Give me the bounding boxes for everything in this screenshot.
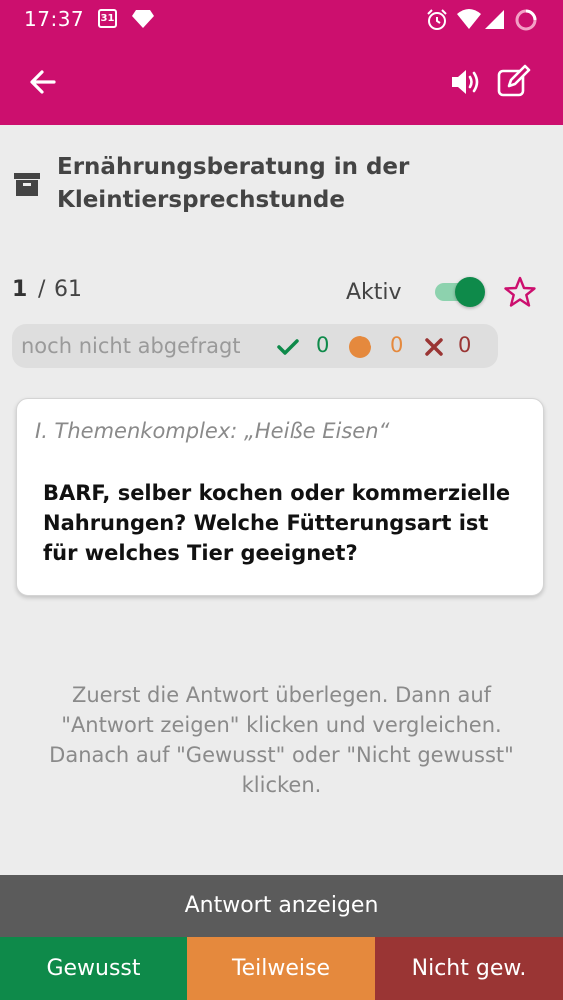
signal-icon bbox=[483, 8, 505, 36]
status-bar: 17:37 31 bbox=[0, 0, 563, 40]
stats-status-label: noch nicht abgefragt bbox=[21, 334, 241, 358]
card-counter-current: 1 bbox=[12, 277, 28, 302]
status-time: 17:37 bbox=[24, 7, 85, 31]
active-label: Aktiv bbox=[346, 280, 402, 305]
archive-icon bbox=[13, 170, 41, 198]
calendar-icon: 31 bbox=[98, 9, 117, 28]
deck-title: Ernährungsberatung in der Kleintiersprec… bbox=[57, 154, 410, 213]
wifi-icon bbox=[456, 8, 482, 36]
known-count: 0 bbox=[316, 333, 330, 357]
show-answer-button[interactable]: Antwort anzeigen bbox=[0, 875, 563, 937]
card-question: BARF, selber kochen oder kommerzielle Na… bbox=[43, 481, 511, 565]
app-bar bbox=[0, 40, 563, 125]
cross-icon bbox=[422, 335, 446, 359]
star-outline-icon[interactable] bbox=[503, 275, 537, 309]
alarm-icon bbox=[425, 8, 449, 36]
pie-chart-icon bbox=[348, 334, 373, 359]
back-arrow-icon[interactable] bbox=[24, 62, 64, 102]
toggle-thumb bbox=[455, 277, 485, 307]
diamond-icon bbox=[131, 8, 155, 34]
speaker-icon[interactable] bbox=[447, 62, 487, 102]
battery-icon bbox=[514, 8, 538, 36]
not-known-button[interactable]: Nicht gew. bbox=[375, 937, 563, 1000]
question-card: I. Themenkomplex: „Heiße Eisen“ BARF, se… bbox=[16, 398, 544, 596]
edit-icon[interactable] bbox=[494, 62, 534, 102]
partial-button[interactable]: Teilweise bbox=[187, 937, 375, 1000]
partial-count: 0 bbox=[390, 333, 404, 357]
check-icon bbox=[276, 335, 300, 359]
card-counter-separator: / bbox=[38, 277, 46, 302]
instruction-hint: Zuerst die Antwort überlegen. Dann auf "… bbox=[49, 683, 514, 797]
stats-bar: noch nicht abgefragt 0 0 0 bbox=[12, 324, 498, 368]
unknown-count: 0 bbox=[458, 333, 472, 357]
card-topic: I. Themenkomplex: „Heiße Eisen“ bbox=[35, 419, 390, 443]
card-counter-total: 61 bbox=[54, 277, 82, 302]
known-button[interactable]: Gewusst bbox=[0, 937, 187, 1000]
active-toggle[interactable] bbox=[435, 277, 485, 307]
